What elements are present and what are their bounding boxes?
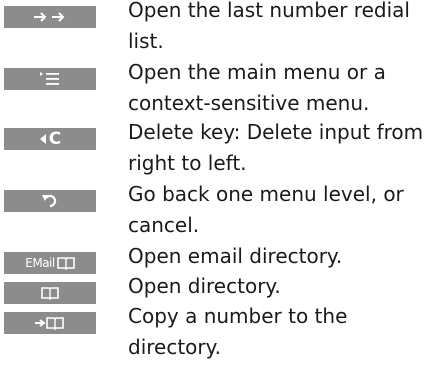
key-row-back: Go back one menu level, or cancel. (0, 182, 433, 244)
copy-to-directory-icon (35, 317, 64, 330)
directory-key[interactable] (4, 282, 96, 304)
redial-key[interactable] (4, 6, 96, 28)
redial-description: Open the last number redial list. (128, 0, 410, 53)
key-row-copy-to-directory: Copy a number to the directory. (0, 304, 433, 376)
back-description: Go back one menu level, or cancel. (128, 182, 404, 237)
key-row-delete: C Delete key: Delete input from right to… (0, 120, 433, 182)
delete-description: Delete key: Delete input from right to l… (128, 120, 424, 175)
copy-to-directory-key[interactable] (4, 312, 96, 334)
email-directory-book-icon (56, 257, 75, 270)
redial-arrows-icon (34, 12, 65, 22)
directory-book-icon (41, 287, 59, 300)
copy-to-directory-description: Copy a number to the directory. (128, 304, 348, 359)
delete-key-icon (39, 134, 46, 144)
directory-description: Open directory. (128, 274, 281, 298)
back-arrow-icon (42, 194, 57, 208)
delete-key[interactable]: C (4, 128, 96, 150)
menu-icon (40, 72, 59, 85)
email-directory-key[interactable]: EMail (4, 252, 96, 274)
email-directory-description: Open email directory. (128, 244, 343, 268)
key-row-redial: Open the last number redial list. (0, 0, 433, 60)
delete-key-label: C (48, 128, 62, 149)
menu-key[interactable] (4, 68, 96, 90)
menu-description: Open the main menu or a context-sensitiv… (128, 60, 386, 115)
back-key[interactable] (4, 190, 96, 212)
key-row-menu: Open the main menu or a context-sensitiv… (0, 60, 433, 122)
email-directory-key-label: EMail (25, 256, 55, 270)
